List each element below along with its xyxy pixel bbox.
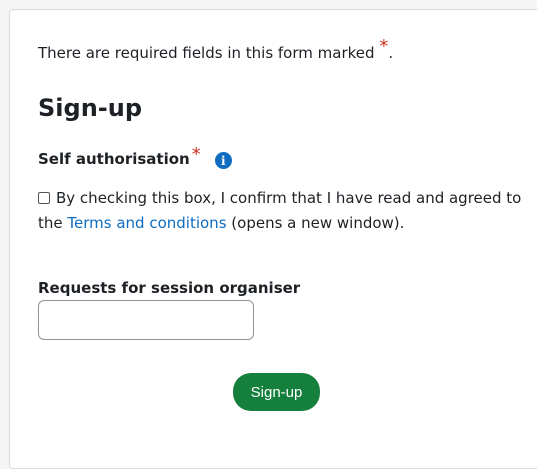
requests-label: Requests for session organiser	[38, 279, 301, 297]
consent-text: By checking this box, I confirm that I h…	[38, 186, 537, 236]
required-star-icon: *	[379, 36, 389, 57]
self-authorisation-label: Self authorisation	[38, 150, 190, 168]
notice-text: There are required fields in this form m…	[38, 44, 375, 62]
info-icon[interactable]: i	[214, 152, 232, 169]
page-title: Sign-up	[38, 94, 143, 122]
terms-checkbox[interactable]	[38, 192, 50, 204]
required-star-icon: *	[191, 144, 201, 165]
notice-period: .	[388, 44, 394, 62]
signup-form-panel: There are required fields in this form m…	[9, 9, 537, 469]
self-authorisation-header: Self authorisation * i	[38, 144, 232, 171]
signup-button[interactable]: Sign-up	[233, 373, 320, 411]
consent-text-after: (opens a new window).	[231, 214, 405, 232]
terms-link[interactable]: Terms and conditions	[67, 214, 226, 232]
required-fields-notice: There are required fields in this form m…	[38, 36, 394, 63]
requests-input[interactable]	[38, 300, 254, 340]
